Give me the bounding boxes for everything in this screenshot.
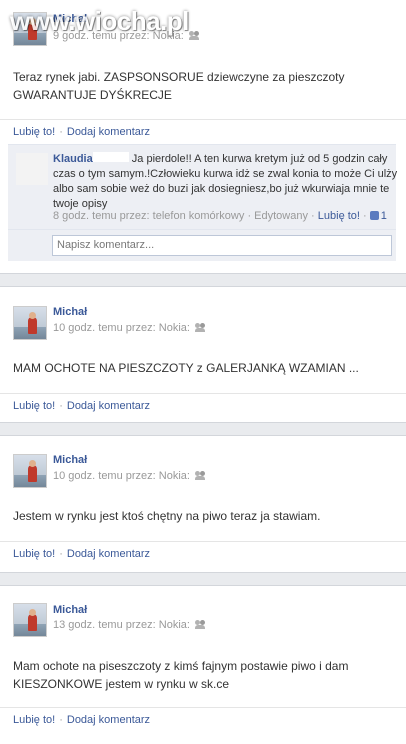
post-timestamp[interactable]: 10 godz. temu przez: Nokia: [53, 470, 190, 482]
comment-author[interactable]: Klaudia [53, 153, 93, 165]
divider [0, 119, 406, 120]
post-text: Mam ochote na piseszczoty z kimś fajnym … [13, 659, 349, 691]
post-meta: 10 godz. temu przez: Nokia: [53, 470, 206, 482]
post-actions: Lubię to! · Dodaj komentarz [13, 126, 151, 138]
post-actions: Lubię to! · Dodaj komentarz [13, 400, 151, 412]
comment-meta: 8 godz. temu przez: telefon komórkowy · … [53, 210, 387, 222]
comment-like-count[interactable]: 1 [381, 210, 387, 222]
post-separator [0, 572, 406, 586]
divider [0, 541, 406, 542]
like-button[interactable]: Lubię to! [13, 714, 55, 726]
post-actions: Lubię to! · Dodaj komentarz [13, 714, 151, 726]
thumbs-up-icon [369, 211, 379, 220]
post-actions: Lubię to! · Dodaj komentarz [13, 548, 151, 560]
post-text: Teraz rynek jabi. ZASPSONSORUE dziewczyn… [13, 70, 345, 102]
comment-input[interactable]: Napisz komentarz... [52, 235, 392, 256]
post-text: Jestem w rynku jest ktoś chętny na piwo … [13, 509, 321, 523]
post-timestamp[interactable]: 13 godz. temu przez: Nokia: [53, 619, 190, 631]
post-meta: 13 godz. temu przez: Nokia: [53, 619, 206, 631]
post-text: MAM OCHOTE NA PIESZCZOTY z GALERJANKĄ WZ… [13, 361, 359, 375]
divider [0, 707, 406, 708]
comment-edited[interactable]: Edytowany [254, 210, 308, 222]
post-3: Michał 10 godz. temu przez: Nokia: Jeste… [0, 436, 406, 574]
post-meta: 10 godz. temu przez: Nokia: [53, 322, 206, 334]
people-icon [194, 471, 206, 480]
post-author[interactable]: Michał [53, 454, 87, 466]
post-2: Michał 10 godz. temu przez: Nokia: MAM O… [0, 287, 406, 427]
avatar[interactable] [13, 603, 47, 637]
post-separator [0, 273, 406, 287]
comment-item: Klaudia Ja pierdole!! A ten kurwa kretym… [8, 144, 398, 229]
post-author[interactable]: Michał [53, 604, 87, 616]
like-button[interactable]: Lubię to! [13, 400, 55, 412]
people-icon [188, 31, 200, 40]
avatar[interactable] [13, 454, 47, 488]
divider [0, 393, 406, 394]
comment-timestamp[interactable]: 8 godz. temu przez: telefon komórkowy [53, 210, 244, 222]
people-icon [194, 323, 206, 332]
like-button[interactable]: Lubię to! [13, 126, 55, 138]
comment-like-button[interactable]: Lubię to! [318, 210, 360, 222]
comment-avatar[interactable] [16, 153, 48, 185]
like-button[interactable]: Lubię to! [13, 548, 55, 560]
post-separator [0, 422, 406, 436]
watermark-logo: www.wiocha.pl [10, 6, 189, 36]
comment-text-block: Klaudia Ja pierdole!! A ten kurwa kretym… [53, 152, 398, 212]
add-comment-button[interactable]: Dodaj komentarz [67, 548, 150, 560]
avatar[interactable] [13, 306, 47, 340]
add-comment-button[interactable]: Dodaj komentarz [67, 714, 150, 726]
add-comment-button[interactable]: Dodaj komentarz [67, 400, 150, 412]
post-4: Michał 13 godz. temu przez: Nokia: Mam o… [0, 586, 406, 744]
add-comment-button[interactable]: Dodaj komentarz [67, 126, 150, 138]
comment-input-row: Napisz komentarz... [8, 229, 396, 261]
post-timestamp[interactable]: 10 godz. temu przez: Nokia: [53, 322, 190, 334]
people-icon [194, 620, 206, 629]
post-author[interactable]: Michał [53, 306, 87, 318]
